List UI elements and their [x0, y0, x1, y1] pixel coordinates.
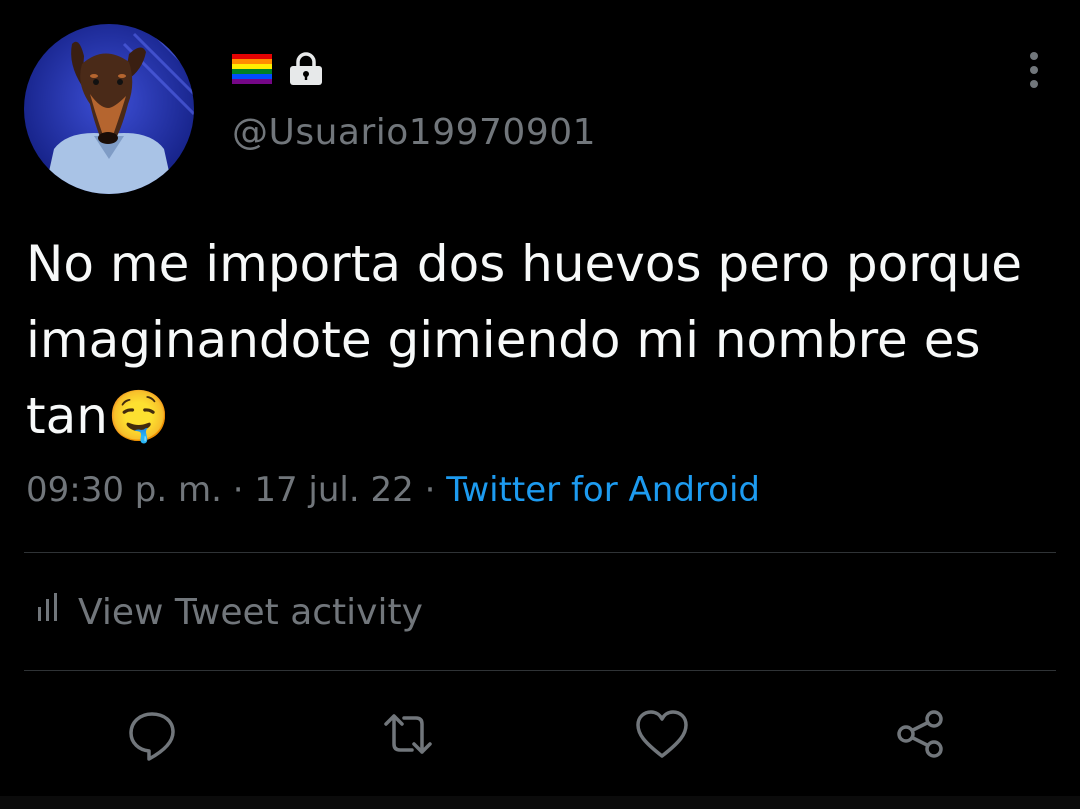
author-handle[interactable]: @Usuario19970901 [232, 112, 596, 153]
tweet-meta: 09:30 p. m. · 17 jul. 22 · Twitter for A… [26, 470, 760, 510]
view-tweet-activity-button[interactable]: View Tweet activity [34, 586, 423, 638]
author-avatar[interactable] [24, 24, 194, 194]
reply-icon[interactable] [124, 706, 180, 762]
more-options-icon[interactable] [1014, 50, 1054, 90]
tweet-time: 09:30 p. m. [26, 470, 222, 510]
like-icon[interactable] [634, 706, 690, 762]
meta-separator: · [424, 470, 436, 510]
view-tweet-activity-label: View Tweet activity [78, 591, 423, 633]
bottom-edge [0, 796, 1080, 809]
rainbow-flag-icon [232, 54, 272, 88]
tweet-date: 17 jul. 22 [254, 470, 414, 510]
meta-separator: · [232, 470, 244, 510]
retweet-icon[interactable] [380, 706, 436, 762]
tweet-source-link[interactable]: Twitter for Android [446, 470, 760, 510]
divider [24, 552, 1056, 553]
doberman-dog-avatar-icon [24, 24, 194, 194]
bar-chart-icon [34, 591, 62, 634]
tweet-text: No me importa dos huevos pero porque ima… [26, 235, 1023, 445]
lock-icon [288, 52, 324, 90]
author-name-row [232, 52, 324, 90]
share-icon[interactable] [892, 706, 948, 762]
divider [24, 670, 1056, 671]
